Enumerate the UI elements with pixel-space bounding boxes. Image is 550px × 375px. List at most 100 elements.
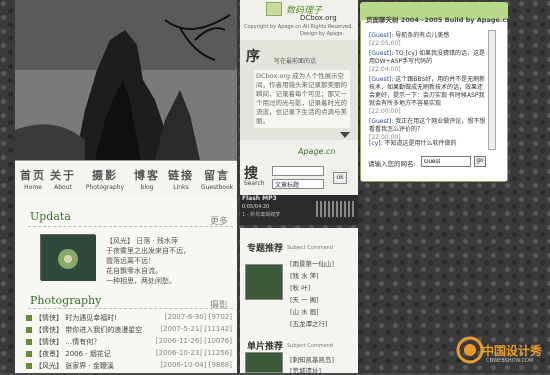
nav-sub-label: blog	[140, 184, 154, 191]
nav-sub-label: Guestbook	[200, 184, 234, 191]
nav-sub-label: Photography	[85, 184, 125, 191]
bullet-icon	[26, 363, 32, 369]
design-credit: Design by Apage.	[300, 31, 345, 37]
list-item[interactable]: 【风光】 张家界 · 金鞭溪 [2006-10-04] [9868]	[26, 361, 236, 371]
item-date: [2006-10-23]	[155, 349, 203, 357]
arrow-down-icon	[340, 132, 350, 138]
item-count: [11256]	[204, 349, 232, 357]
nav-item-guestbook[interactable]: 留言 Guestbook	[197, 167, 237, 191]
chat-user: [Guest]	[369, 76, 392, 83]
chat-name-label: 请输入您的网名:	[368, 160, 416, 168]
chat-submit-button[interactable]: go	[474, 156, 486, 167]
player-song: 1 - 新鸳鸯蝴蝶梦	[242, 212, 281, 218]
divider	[28, 308, 233, 309]
nav-item-about[interactable]: 关于 About	[45, 167, 81, 191]
item-title[interactable]: 时为遇见幸福时!	[65, 314, 117, 322]
nav-label: 摄影	[92, 169, 118, 182]
single-link[interactable]: [荒城遗址]	[290, 365, 321, 375]
single-title: 单片推荐	[247, 342, 284, 352]
update-text: 【风光】 日落 · 残水萍 于夜雾里之出发来自不远， 霞落远离不远！ 花自飘零水…	[106, 237, 190, 285]
single-thumbnail[interactable]	[245, 352, 283, 373]
item-title[interactable]: 2006 · 烟花记	[65, 350, 111, 358]
nav-label: 链接	[168, 169, 194, 182]
item-meta: [2006-10-23] [11256]	[156, 349, 232, 357]
nav-label: 留言	[204, 169, 230, 182]
search-button[interactable]: ok	[333, 172, 347, 184]
topic-link[interactable]: [五龙潭之行]	[290, 318, 328, 328]
item-tag: 【风光】	[35, 362, 63, 370]
photography-more-link[interactable]: 摄影	[210, 298, 228, 311]
item-title[interactable]: 张家界 · 金鞭溪	[65, 362, 114, 370]
preface-title: 序	[246, 49, 260, 65]
brand-name: 中国设计秀	[482, 344, 543, 358]
list-item[interactable]: 【情侠】 带你进入我们的浪漫星空 [2007-5-21] [11142]	[26, 325, 236, 335]
bullet-icon	[26, 327, 32, 333]
bullet-icon	[26, 315, 32, 321]
list-item[interactable]: 【情侠】 时为遇见幸福时! [2007-6-30] [9702]	[26, 313, 236, 323]
apage-logo: Apage.cn	[298, 147, 336, 156]
search-subtitle: Search	[244, 180, 265, 187]
item-date: [2006-10-04]	[160, 361, 207, 369]
topic-link[interactable]: [秋 叶]	[290, 282, 310, 292]
hero-photo	[15, 0, 237, 160]
brand-url: CNWEBSHOW.COM	[486, 358, 534, 364]
brand-watermark: 中国设计秀 CNWEBSHOW.COM	[452, 328, 548, 370]
item-title[interactable]: …情有何？	[65, 338, 100, 346]
search-type-select[interactable]: 文章标题	[272, 179, 324, 189]
item-count: [9702]	[208, 313, 232, 321]
chat-message: [Guest]: 导航条的有点儿美感 [22:05:00]	[369, 32, 450, 47]
item-meta: [2007-6-30] [9702]	[165, 313, 232, 321]
chat-message: [Guest]: 我正在用这个网业做评论，想不想看看我怎么评价的？ [22:00:…	[369, 118, 486, 141]
item-count: [10076]	[204, 337, 232, 345]
item-date: [2006-11-26]	[155, 337, 203, 345]
chat-user: [Guest]	[369, 50, 392, 57]
topic-title: 专题推荐	[247, 244, 284, 254]
main-nav: 首页 Home 关于 About 摄影 Photography 博客 blog …	[15, 160, 237, 198]
item-count: [11142]	[204, 325, 232, 333]
chat-message: [cy]: 不知道这是用什么软件做的	[369, 140, 457, 147]
search-input[interactable]	[272, 166, 324, 176]
item-tag: 【情侠】	[35, 314, 63, 322]
item-meta: [2007-5-21] [11142]	[160, 325, 232, 333]
item-meta: [2006-10-04] [9868]	[160, 361, 232, 369]
divider	[28, 226, 233, 227]
chat-scrollbar[interactable]	[488, 30, 496, 150]
item-title[interactable]: 带你进入我们的浪漫星空	[65, 326, 142, 334]
chat-user: [cy]	[369, 140, 381, 147]
nav-item-blog[interactable]: 博客 blog	[129, 167, 165, 191]
nav-item-links[interactable]: 链接 Links	[163, 167, 199, 191]
chat-text: 导航条的有点儿美感	[395, 32, 450, 39]
item-meta: [2006-11-26] [10076]	[156, 337, 232, 345]
chat-time: [22:05:00]	[369, 40, 401, 47]
copyright-text: Copyright by Apage.cn All Rights Reserve…	[244, 24, 353, 30]
list-item[interactable]: 【情侠】 …情有何？ [2006-11-26] [10076]	[26, 337, 236, 347]
topic-link[interactable]: [雨景第一仙山]	[290, 258, 334, 268]
update-thumbnail[interactable]	[40, 234, 96, 281]
single-subtitle: Subject Commend	[287, 343, 333, 349]
photography-title: Photography	[30, 294, 102, 307]
list-item[interactable]: 【夜景】 2006 · 烟花记 [2006-10-23] [11256]	[26, 349, 236, 359]
logo-en: DCbox.org	[300, 14, 337, 22]
chat-user: [Guest]	[369, 118, 392, 125]
chat-title: 页面聊天树 2004~2005 Build by Apage.cn	[366, 16, 511, 24]
item-tag: 【情侠】	[35, 338, 63, 346]
topic-thumbnail[interactable]	[245, 264, 283, 300]
bullet-icon	[26, 339, 32, 345]
single-link[interactable]: [刺知凯基凯岛]	[290, 354, 334, 364]
topic-link[interactable]: [残 水 萍]	[290, 270, 319, 280]
topic-link[interactable]: [天 一 阁]	[290, 294, 319, 304]
chat-time: [22:00:00]	[369, 108, 401, 115]
nav-label: 博客	[134, 169, 160, 182]
chat-message: [Guest]: 这个跟BBS好，用的并不是无刷新技术，如果勤做成无刷新技术的话…	[369, 76, 486, 115]
brand-logo-icon	[456, 336, 484, 364]
nav-item-photography[interactable]: 摄影 Photography	[83, 167, 127, 191]
item-date: [2007-6-30]	[164, 313, 207, 321]
chat-text: 不知道这是用什么软件做的	[384, 140, 457, 147]
chat-name-input[interactable]	[421, 156, 471, 167]
topic-link[interactable]: [山 水 画]	[290, 306, 319, 316]
bullet-icon	[26, 351, 32, 357]
updata-title: Updata	[30, 210, 71, 223]
mp3-player: Flash MP3 0:05/04:20 1 - 新鸳鸯蝴蝶梦	[240, 195, 358, 225]
item-tag: 【情侠】	[35, 326, 63, 334]
preface-subtitle: 写在最前面的话	[274, 58, 317, 65]
